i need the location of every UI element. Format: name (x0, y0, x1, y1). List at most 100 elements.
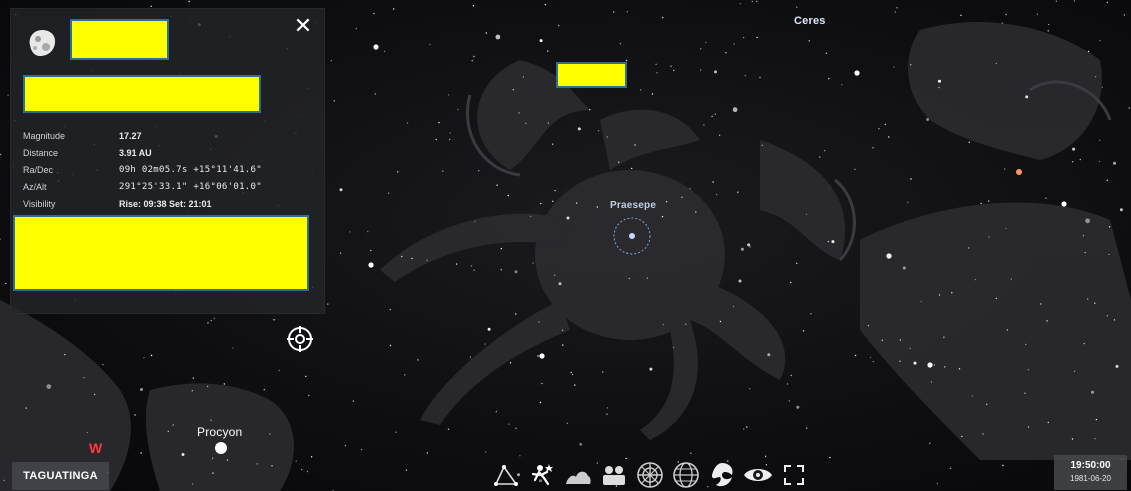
star (980, 202, 982, 205)
star (515, 313, 517, 315)
azimuthal-grid-button[interactable] (634, 460, 666, 490)
star (472, 5, 475, 7)
star (1004, 168, 1006, 170)
star (1073, 370, 1076, 372)
star (411, 257, 413, 260)
star (854, 354, 857, 357)
night-mode-button[interactable] (742, 460, 774, 490)
star (478, 170, 480, 172)
star (628, 277, 630, 280)
redacted-selection-label (556, 62, 627, 88)
star (558, 24, 560, 27)
star (712, 181, 714, 183)
crosshair-icon (287, 326, 313, 352)
center-on-object-button[interactable] (286, 325, 314, 353)
star (397, 171, 399, 173)
star (349, 231, 351, 233)
star (401, 255, 403, 258)
star (786, 383, 789, 385)
star (938, 294, 941, 296)
location-button[interactable]: TAGUATINGA (12, 462, 109, 490)
fullscreen-button[interactable] (778, 460, 810, 490)
star (1027, 426, 1030, 428)
star (1082, 235, 1085, 237)
star (808, 40, 810, 42)
star (737, 191, 739, 193)
star (449, 138, 451, 141)
star (619, 43, 621, 45)
star (388, 192, 390, 194)
star (703, 124, 705, 126)
star (134, 414, 136, 416)
star (740, 247, 744, 251)
star (470, 265, 473, 267)
star (191, 390, 193, 392)
star (438, 121, 440, 124)
star (525, 122, 527, 125)
star (854, 168, 856, 170)
star (223, 383, 225, 385)
star (640, 89, 642, 91)
date-time-button[interactable]: 19:50:00 1981-06-20 (1054, 455, 1127, 490)
star (181, 453, 185, 456)
star (495, 34, 501, 40)
star (333, 100, 335, 102)
star (558, 282, 562, 286)
star (960, 14, 962, 16)
star (756, 36, 758, 39)
star (810, 313, 812, 315)
star (429, 43, 431, 46)
equatorial-grid-button[interactable] (670, 460, 702, 490)
star (1099, 139, 1101, 141)
star (749, 246, 751, 248)
star (747, 243, 751, 247)
constellation-art-button[interactable] (526, 460, 558, 490)
star (751, 0, 753, 3)
star (1001, 22, 1003, 24)
star (457, 108, 459, 111)
star (0, 238, 1, 240)
star (447, 428, 450, 430)
star (806, 427, 808, 429)
info-row-magnitude: Magnitude 17.27 (23, 127, 323, 144)
star (1025, 343, 1027, 346)
star (1123, 14, 1126, 16)
star (995, 297, 997, 300)
star (539, 401, 542, 404)
star (1055, 0, 1058, 2)
star (1005, 13, 1007, 16)
star (519, 455, 521, 457)
star (1071, 438, 1074, 440)
star (869, 356, 872, 359)
atmosphere-button[interactable] (598, 460, 630, 490)
star (571, 373, 574, 376)
praesepe-label[interactable]: Praesepe (610, 200, 656, 211)
star (3, 479, 5, 482)
star (949, 467, 952, 470)
location-name: TAGUATINGA (23, 470, 98, 482)
deep-sky-objects-button[interactable] (706, 460, 738, 490)
star (913, 361, 917, 365)
constellation-lines-button[interactable] (490, 460, 522, 490)
close-icon[interactable]: ✕ (293, 15, 313, 37)
star (896, 7, 898, 9)
star (831, 240, 835, 244)
info-row-distance: Distance 3.91 AU (23, 144, 323, 161)
star (512, 89, 515, 91)
star (406, 122, 409, 124)
star (1098, 160, 1101, 163)
star (958, 368, 961, 370)
star (143, 357, 145, 359)
star (500, 247, 502, 250)
star (1045, 197, 1047, 199)
star (1005, 227, 1007, 230)
star (515, 427, 517, 429)
procyon-label[interactable]: Procyon (197, 425, 242, 439)
info-table: Magnitude 17.27 Distance 3.91 AU Ra/Dec … (23, 127, 323, 212)
asteroid-icon (24, 25, 60, 61)
star (1087, 50, 1090, 53)
star (971, 395, 974, 397)
ceres-label[interactable]: Ceres (794, 15, 826, 27)
star (485, 32, 487, 34)
landscape-button[interactable] (562, 460, 594, 490)
